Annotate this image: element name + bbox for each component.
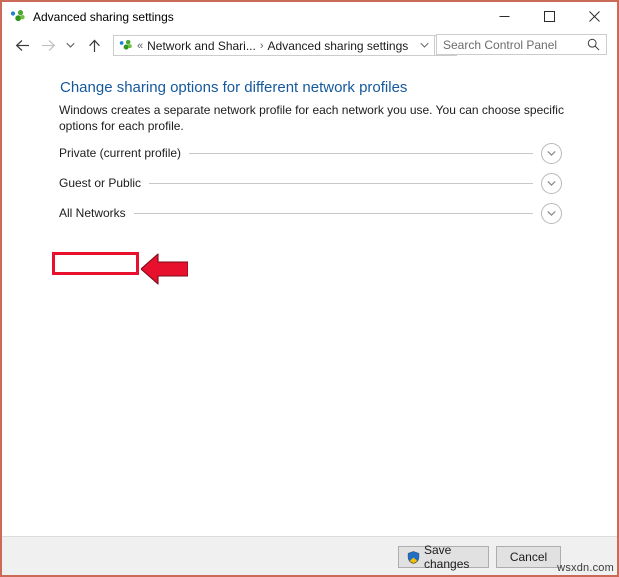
address-network-sharing-icon [119,39,133,53]
address-bar[interactable]: « Network and Shari... › Advanced sharin… [113,35,435,56]
recent-locations-button[interactable] [61,33,79,59]
profile-rule [189,152,533,154]
maximize-button[interactable] [527,2,572,31]
profile-label-guest-or-public: Guest or Public [59,176,142,190]
up-button[interactable] [81,33,107,59]
profile-label-private: Private (current profile) [59,146,182,160]
chevron-down-icon-all-networks[interactable] [541,202,562,224]
chevron-down-icon-guest-or-public[interactable] [541,172,562,194]
breadcrumb-item-network-and-sharing[interactable]: Network and Shari... [147,39,256,53]
annotation-highlight-box [52,252,139,275]
profile-rule [133,212,533,214]
breadcrumb-leading-separator: « [137,39,144,52]
back-button[interactable] [9,33,35,59]
profile-label-all-networks: All Networks [59,206,126,220]
footer-bar: Save changes Cancel wsxdn.com [2,536,617,575]
window-title: Advanced sharing settings [33,9,174,24]
watermark: wsxdn.com [557,562,614,574]
cancel-label: Cancel [509,550,548,564]
save-changes-button[interactable]: Save changes [398,543,489,571]
chevron-down-icon[interactable] [414,42,434,49]
network-profile-list: Private (current profile) Guest or Publi… [59,138,562,228]
profile-row-guest-or-public[interactable]: Guest or Public [59,168,562,198]
window-advanced-sharing-settings: Advanced sharing settings « Network and … [0,0,619,577]
profile-rule [149,182,533,184]
navigation-bar: « Network and Shari... › Advanced sharin… [2,31,617,60]
window-controls [482,2,617,31]
chevron-down-icon-private[interactable] [541,142,562,164]
uac-shield-icon [407,550,420,564]
cancel-button[interactable]: Cancel [496,546,561,568]
content-area: Change sharing options for different net… [2,60,617,537]
annotation-arrow-icon [140,250,189,288]
search-icon[interactable] [587,38,600,51]
search-box[interactable] [436,34,607,55]
network-sharing-icon [10,9,26,25]
forward-button [35,33,61,59]
title-bar: Advanced sharing settings [2,2,617,31]
profile-row-private[interactable]: Private (current profile) [59,138,562,168]
minimize-button[interactable] [482,2,527,31]
breadcrumb-separator: › [259,39,264,52]
page-description: Windows creates a separate network profi… [59,103,564,133]
page-title: Change sharing options for different net… [60,79,408,96]
breadcrumb-item-advanced-sharing-settings[interactable]: Advanced sharing settings [268,39,409,53]
close-button[interactable] [572,2,617,31]
profile-row-all-networks[interactable]: All Networks [59,198,562,228]
save-changes-label: Save changes [424,543,470,571]
search-input[interactable] [437,36,585,53]
